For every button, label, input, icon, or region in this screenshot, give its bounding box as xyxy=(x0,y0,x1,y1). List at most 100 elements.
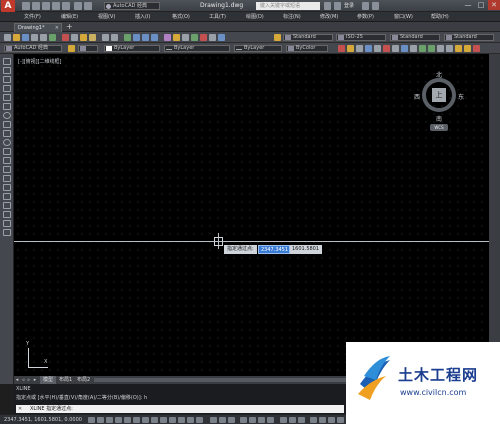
dynamic-input-icon[interactable] xyxy=(160,417,167,423)
chamfer-icon[interactable] xyxy=(455,45,462,52)
table-icon[interactable] xyxy=(3,211,11,218)
menu-format[interactable]: 格式(O) xyxy=(172,12,209,21)
move-icon[interactable] xyxy=(383,45,390,52)
layer-properties-icon[interactable] xyxy=(68,45,75,52)
steering-wheel-icon[interactable] xyxy=(258,417,265,423)
plot-icon[interactable] xyxy=(62,2,70,10)
dynamic-input-x[interactable]: 2347.3451 xyxy=(258,245,290,254)
menu-view[interactable]: 视图(V) xyxy=(98,12,135,21)
hatch-icon[interactable] xyxy=(3,184,11,191)
menu-modify[interactable]: 修改(M) xyxy=(320,12,357,21)
lineweight-dropdown[interactable]: ByLayer xyxy=(234,45,282,52)
zoom-previous-icon[interactable] xyxy=(151,34,158,41)
color-dropdown[interactable]: ByLayer xyxy=(104,45,160,52)
tab-model[interactable]: 模型 xyxy=(40,376,57,384)
dynamic-input-y[interactable]: 1601.5801 xyxy=(290,245,322,254)
menu-draw[interactable]: 绘图(D) xyxy=(246,12,283,21)
close-command-icon[interactable]: ✕ xyxy=(18,405,22,413)
mirror-icon[interactable] xyxy=(356,45,363,52)
viewcube-top-face[interactable]: 上 xyxy=(432,88,446,102)
quick-view-drawings-icon[interactable] xyxy=(228,417,235,423)
workspace-switch-icon[interactable] xyxy=(310,417,317,423)
annotation-visibility-icon[interactable] xyxy=(289,417,296,423)
menu-help[interactable]: 帮助(H) xyxy=(431,12,468,21)
help-icon[interactable] xyxy=(372,2,379,10)
save-as-icon[interactable] xyxy=(52,2,60,10)
close-button[interactable]: ✕ xyxy=(488,0,500,10)
compass-west[interactable]: 西 xyxy=(414,92,420,101)
tab-drawing1[interactable]: Drawing1* × xyxy=(14,23,62,32)
undo-icon[interactable] xyxy=(102,34,109,41)
rectangle-icon[interactable] xyxy=(3,94,11,101)
trim-icon[interactable] xyxy=(419,45,426,52)
rotate-icon[interactable] xyxy=(392,45,399,52)
menu-window[interactable]: 窗口(W) xyxy=(394,12,431,21)
revision-cloud-icon[interactable] xyxy=(3,121,11,128)
table-style-dropdown[interactable]: Standard xyxy=(390,34,440,41)
viewcube[interactable]: 上 北 南 东 西 WCS xyxy=(414,70,464,134)
sheet-set-icon[interactable] xyxy=(191,34,198,41)
help-icon[interactable] xyxy=(218,34,225,41)
command-input[interactable]: ✕ XLINE 指定通过点: xyxy=(16,405,344,413)
paste-icon[interactable] xyxy=(80,34,87,41)
cut-icon[interactable] xyxy=(62,34,69,41)
selection-cycling-icon[interactable] xyxy=(196,417,203,423)
showmotion-icon[interactable] xyxy=(267,417,274,423)
model-space-icon[interactable] xyxy=(210,417,217,423)
copy-icon[interactable] xyxy=(71,34,78,41)
compass-east[interactable]: 东 xyxy=(458,92,464,101)
insert-block-icon[interactable] xyxy=(3,157,11,164)
explode-icon[interactable] xyxy=(473,45,480,52)
tool-palettes-icon[interactable] xyxy=(182,34,189,41)
object-snap-icon[interactable] xyxy=(124,417,131,423)
last-tab-icon[interactable]: ▸ xyxy=(32,376,38,384)
annotation-scale-icon[interactable] xyxy=(280,417,287,423)
arc-icon[interactable] xyxy=(3,103,11,110)
polyline-icon[interactable] xyxy=(3,76,11,83)
text-style-icon[interactable] xyxy=(274,34,281,41)
text-style-dropdown[interactable]: Standard xyxy=(283,34,333,41)
print-icon[interactable] xyxy=(31,34,38,41)
fillet-icon[interactable] xyxy=(464,45,471,52)
zoom-window-icon[interactable] xyxy=(142,34,149,41)
redo-icon[interactable] xyxy=(84,2,92,10)
new-tab-button[interactable]: + xyxy=(66,23,74,31)
minimize-button[interactable]: — xyxy=(462,0,474,10)
new-file-icon[interactable] xyxy=(22,2,30,10)
dim-style-dropdown[interactable]: ISO-25 xyxy=(336,34,386,41)
pan-icon[interactable] xyxy=(124,34,131,41)
plotstyle-dropdown[interactable]: ByColor xyxy=(286,45,328,52)
close-tab-icon[interactable]: × xyxy=(55,24,59,32)
compass-south[interactable]: 南 xyxy=(436,114,442,123)
object-snap-tracking-icon[interactable] xyxy=(142,417,149,423)
workspace-toolbar-dropdown[interactable]: AutoCAD 经典 xyxy=(4,45,62,52)
ellipse-icon[interactable] xyxy=(3,139,11,146)
array-icon[interactable] xyxy=(374,45,381,52)
save-icon[interactable] xyxy=(22,34,29,41)
3d-object-snap-icon[interactable] xyxy=(133,417,140,423)
compass-north[interactable]: 北 xyxy=(436,70,442,79)
lock-icon[interactable] xyxy=(319,417,326,423)
mleader-style-dropdown[interactable]: Standard xyxy=(444,34,494,41)
quick-properties-icon[interactable] xyxy=(187,417,194,423)
maximize-button[interactable]: □ xyxy=(475,0,487,10)
copy-object-icon[interactable] xyxy=(347,45,354,52)
ellipse-arc-icon[interactable] xyxy=(3,148,11,155)
ortho-mode-icon[interactable] xyxy=(106,417,113,423)
pan-status-icon[interactable] xyxy=(240,417,247,423)
lineweight-toggle-icon[interactable] xyxy=(169,417,176,423)
multiline-text-icon[interactable] xyxy=(3,220,11,227)
markup-icon[interactable] xyxy=(200,34,207,41)
new-icon[interactable] xyxy=(4,34,11,41)
menu-parametric[interactable]: 参数(P) xyxy=(357,12,394,21)
wcs-menu[interactable]: WCS xyxy=(430,124,448,131)
menu-tools[interactable]: 工具(T) xyxy=(209,12,246,21)
dynamic-ucs-icon[interactable] xyxy=(151,417,158,423)
grid-display-icon[interactable] xyxy=(97,417,104,423)
preview-icon[interactable] xyxy=(40,34,47,41)
offset-icon[interactable] xyxy=(365,45,372,52)
quick-view-layouts-icon[interactable] xyxy=(219,417,226,423)
tab-layout1[interactable]: 布局1 xyxy=(56,376,75,384)
polygon-icon[interactable] xyxy=(3,85,11,92)
auto-scale-icon[interactable] xyxy=(298,417,305,423)
